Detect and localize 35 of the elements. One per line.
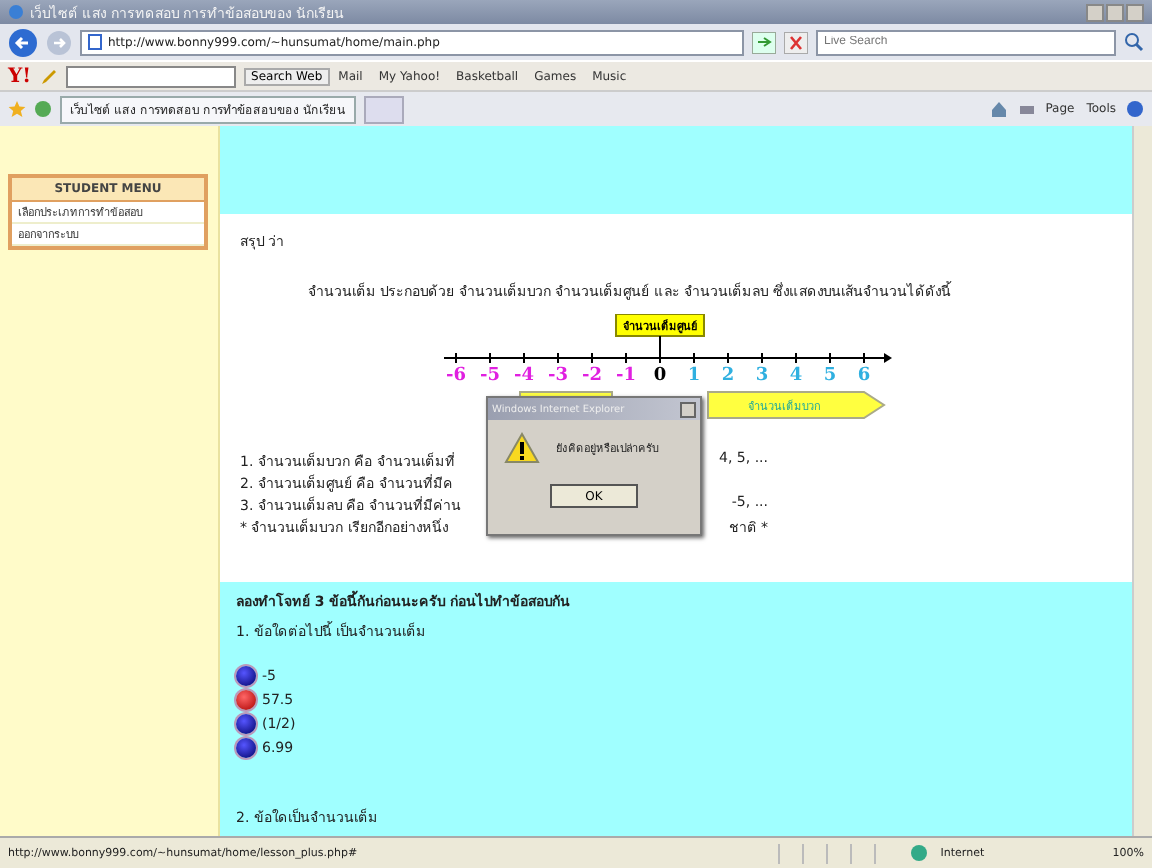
scrollbar[interactable] [1132,126,1152,836]
new-tab-button[interactable] [363,95,404,123]
star-icon[interactable] [8,100,26,118]
warning-icon [504,432,540,464]
number-label: 3 [755,366,769,387]
number-label: -5 [480,366,500,387]
number-label: -6 [446,366,466,387]
close-button[interactable] [680,401,696,417]
close-button[interactable] [1126,3,1144,21]
number-label: -2 [582,366,602,387]
number-label: -3 [548,366,568,387]
stop-icon[interactable] [784,31,808,53]
number-label: 6 [857,366,871,387]
pencil-icon[interactable] [39,67,58,85]
search-icon[interactable] [1124,32,1144,52]
number-label: 5 [823,366,837,387]
page-icon [88,34,102,50]
number-label: -1 [616,366,636,387]
yahoo-logo[interactable]: Y! [8,65,32,87]
forward-icon[interactable] [46,29,72,55]
maximize-button[interactable] [1106,3,1124,21]
number-label: 2 [721,366,735,387]
minimize-button[interactable] [1086,3,1104,21]
toolbar-search-field[interactable] [65,65,236,87]
radio-button[interactable] [236,738,256,758]
radio-button[interactable] [236,666,256,686]
home-icon[interactable] [989,100,1008,118]
radio-button[interactable] [236,690,256,710]
refresh-icon[interactable] [752,31,776,53]
number-label: -4 [514,366,534,387]
back-icon[interactable] [8,27,38,57]
number-label: 4 [789,366,803,387]
number-label: 0 [653,366,667,387]
radio-button[interactable] [236,714,256,734]
number-label: 1 [687,366,701,387]
